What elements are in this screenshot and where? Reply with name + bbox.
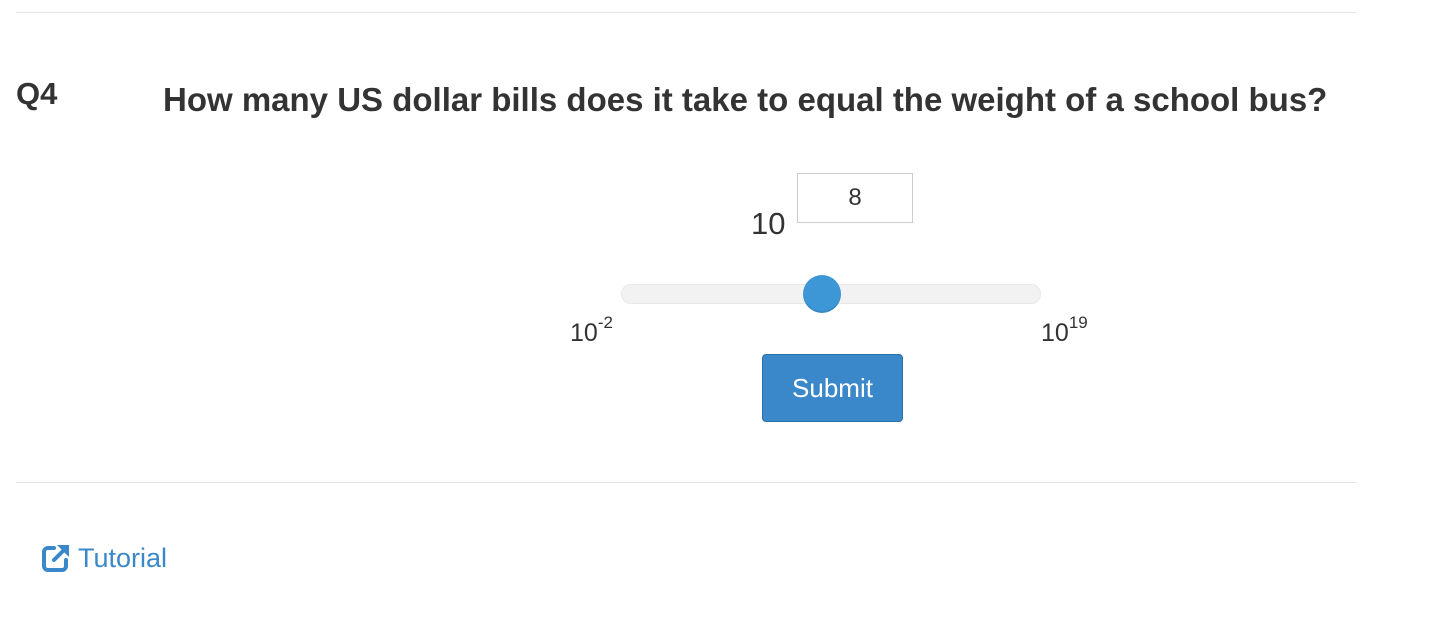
slider-min-exponent: -2 xyxy=(597,313,613,332)
question-text: How many US dollar bills does it take to… xyxy=(163,81,1328,118)
question-number: Q4 xyxy=(16,76,58,111)
submit-button[interactable]: Submit xyxy=(762,354,903,422)
slider-min-base: 10 xyxy=(570,319,598,347)
top-divider xyxy=(16,12,1356,13)
slider-max-base: 10 xyxy=(1041,319,1069,347)
external-link-icon xyxy=(41,543,71,573)
bottom-divider xyxy=(16,482,1356,483)
slider-max-exponent: 19 xyxy=(1068,313,1088,332)
tutorial-label: Tutorial xyxy=(78,543,168,573)
slider-max-label: 1019 xyxy=(1041,314,1088,348)
slider-min-label: 10-2 xyxy=(570,314,613,348)
power-base: 10 xyxy=(751,206,786,241)
exponent-input[interactable] xyxy=(797,173,913,223)
tutorial-link[interactable]: Tutorial xyxy=(41,540,167,576)
exponent-slider-thumb[interactable] xyxy=(802,275,841,313)
